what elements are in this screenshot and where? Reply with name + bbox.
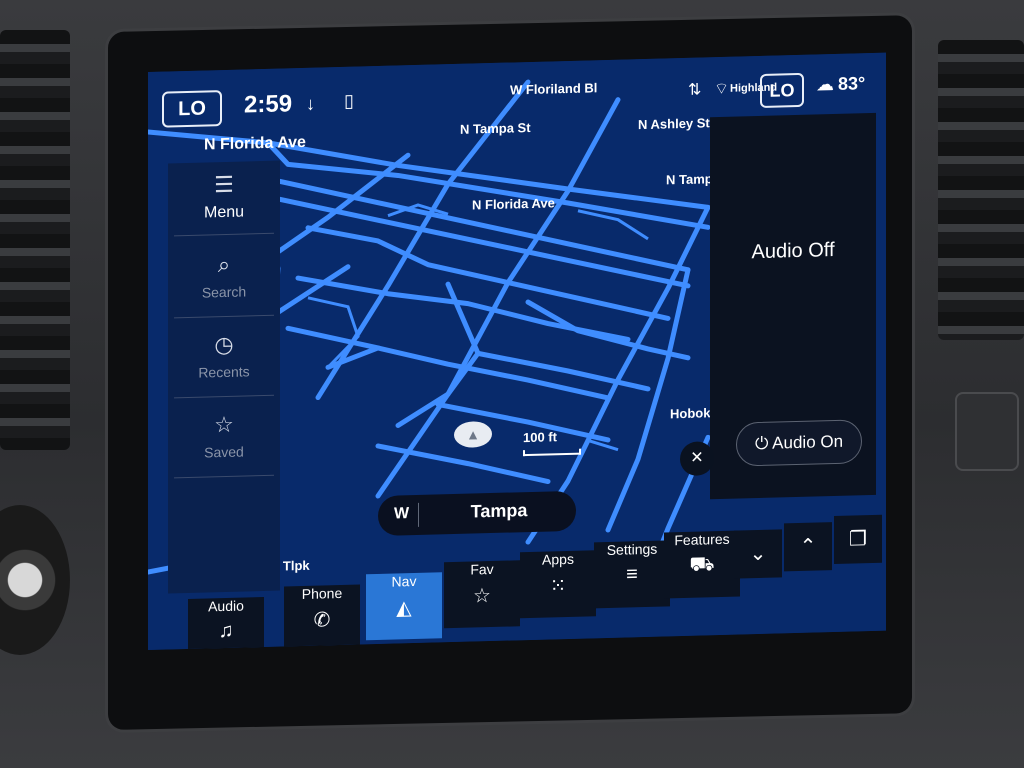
sidebar-item-search[interactable]: ⌕ Search: [168, 251, 280, 302]
star-plus-icon: ☆: [473, 585, 491, 608]
star-icon: ☆: [214, 411, 234, 438]
tab-label: Audio: [208, 597, 244, 615]
divider: [174, 232, 274, 237]
tab-label: Fav: [470, 560, 494, 578]
tab-settings[interactable]: Settings ≡: [594, 540, 670, 609]
left-air-vent: [0, 30, 70, 450]
sidebar-item-label: Menu: [203, 203, 245, 222]
street-label: N Florida Ave: [204, 133, 306, 154]
driver-temp-button[interactable]: LO: [162, 90, 222, 128]
divider: [174, 394, 274, 399]
phone-mirror-icon: ▯: [344, 90, 354, 111]
tab-audio[interactable]: Audio ♫: [188, 596, 264, 650]
passenger-temp-button[interactable]: LO: [760, 72, 804, 108]
chevron-down-icon: ⌄: [749, 542, 767, 566]
navigation-icon: ◭: [396, 597, 412, 620]
tab-label: Phone: [301, 584, 343, 602]
destination-label: Tampa: [470, 500, 528, 522]
phone-icon: ✆: [313, 609, 331, 632]
wifi-icon: ⌔: [714, 80, 730, 99]
sidebar-item-recents[interactable]: ◷ Recents: [168, 331, 280, 382]
sidebar-item-label: Recents: [198, 363, 250, 381]
tab-label: Nav: [391, 572, 417, 590]
audio-on-button[interactable]: ⏻ Audio On: [736, 419, 862, 467]
volume-knob[interactable]: [0, 505, 70, 655]
clock-icon: ◷: [214, 331, 234, 358]
infotainment-screen: N Florida Ave N Tampa St W Floriland Bl …: [148, 52, 886, 650]
search-icon: ⌕: [217, 251, 231, 278]
tab-label: Settings: [606, 540, 658, 558]
tab-label: Apps: [542, 550, 574, 568]
audio-status: Audio Off: [751, 239, 835, 264]
tab-phone[interactable]: Phone ✆: [284, 584, 360, 650]
copy-button[interactable]: ❐: [834, 514, 882, 565]
right-air-vent: [938, 40, 1024, 340]
scroll-down-button[interactable]: ⌄: [734, 529, 782, 579]
sidebar-item-menu[interactable]: ☰ Menu: [168, 171, 280, 224]
music-note-icon: ♫: [218, 619, 234, 643]
power-icon: ⏻: [754, 433, 773, 454]
copy-icon: ❐: [849, 528, 867, 551]
sliders-icon: ≡: [626, 563, 638, 586]
street-label: N Ashley St: [638, 115, 710, 133]
nav-sidebar: ☰ Menu ⌕ Search ◷ Recents ☆ Saved: [168, 160, 280, 594]
audio-on-label: Audio On: [772, 431, 844, 453]
tab-features[interactable]: Features ⛟: [664, 530, 740, 599]
divider: [418, 502, 419, 527]
tab-label: Features: [674, 530, 730, 549]
map-scale-label: 100 ft: [523, 429, 557, 446]
tab-nav[interactable]: Nav ◭: [366, 572, 442, 641]
audio-panel: Audio Off ⏻ Audio On: [710, 112, 876, 500]
weather-icon: ☁: [816, 74, 834, 95]
bottom-nav-bar: Audio ♫ Phone ✆ Nav ◭ Fav ☆ Apps ⁙ Setti…: [148, 514, 886, 650]
grid-icon: ⁙: [549, 575, 567, 598]
sidebar-item-saved[interactable]: ☆ Saved: [168, 411, 280, 462]
sidebar-item-label: Saved: [204, 443, 244, 461]
divider: [174, 314, 274, 319]
hazard-button[interactable]: [955, 392, 1019, 471]
tab-fav[interactable]: Fav ☆: [444, 560, 520, 629]
sidebar-item-label: Search: [201, 283, 247, 301]
divider: [174, 474, 274, 479]
truck-icon: ⛟: [689, 553, 715, 576]
signal-icon: ⇅: [688, 81, 702, 99]
scroll-up-button[interactable]: ⌃: [784, 522, 832, 572]
location-arrow-icon: ↓: [306, 93, 315, 114]
street-label: N Florida Ave: [472, 195, 555, 213]
clock: 2:59: [244, 90, 293, 119]
heading-indicator: W: [394, 505, 410, 523]
tab-apps[interactable]: Apps ⁙: [520, 550, 596, 619]
street-label: N Tampa St: [460, 119, 531, 137]
chevron-up-icon: ⌃: [799, 535, 817, 558]
menu-icon: ☰: [214, 171, 234, 198]
outside-temperature: 83°: [838, 73, 866, 94]
